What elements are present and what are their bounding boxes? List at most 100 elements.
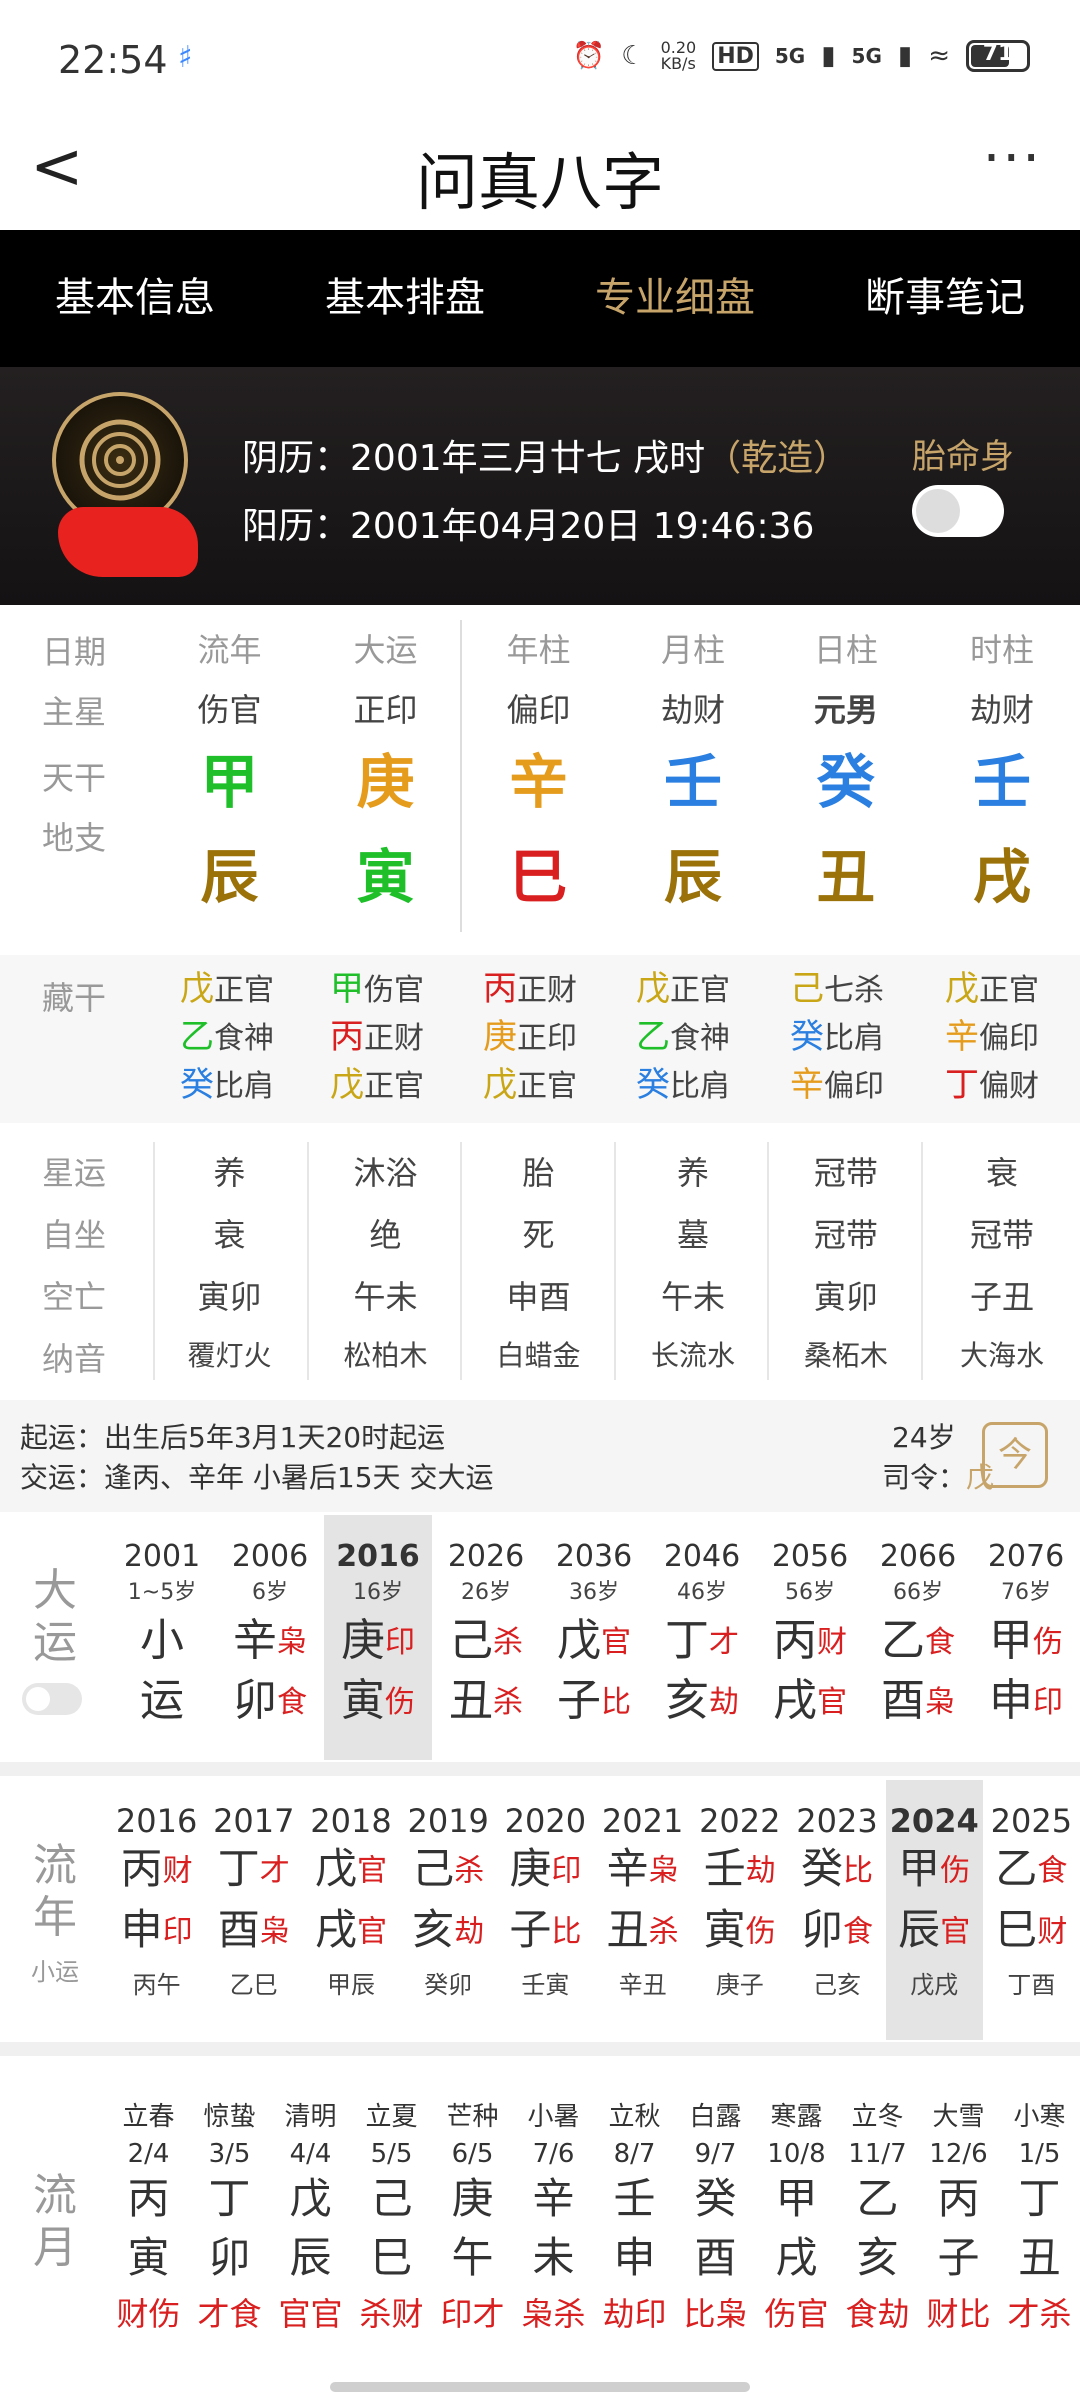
dayun-ganzhi: 寅伤 [324,1672,432,1732]
dayun-item[interactable]: 2006 6岁 辛枭 卯食 [216,1515,324,1760]
liunian-item[interactable]: 2019 己杀 亥劫 癸卯 [400,1780,497,2040]
liuyue-zhi: 巳 [370,2233,413,2282]
liunian-item[interactable]: 2018 戊官 戌官 甲辰 [302,1780,399,2040]
tab-2[interactable]: 专业细盘 [540,230,810,367]
dayun-ganzhi: 卯食 [216,1672,324,1732]
canggan-item: 庚正印 [483,1013,577,1063]
liunian-xiaoyun: 丁酉 [1007,1971,1056,1999]
dayun-item[interactable]: 2076 76岁 甲伤 申印 [972,1515,1080,1760]
calendar-today-button[interactable]: 今 [982,1422,1048,1488]
liunian-item[interactable]: 2020 庚印 子比 壬寅 [497,1780,594,2040]
pillar-gan: 辛 [509,748,568,816]
liunian-item[interactable]: 2025 乙食 巳财 丁酉 [983,1780,1080,2040]
canggan-stem: 戊 [330,1065,364,1105]
prop-cell: 松柏木 [343,1339,428,1372]
liunian-xiaoyun: 庚子 [715,1971,764,1999]
dayun-item[interactable]: 2001 1~5岁小运 [108,1515,216,1760]
canggan-item: 丙正财 [483,965,577,1015]
liuyue-zhi: 寅 [127,2233,170,2282]
canggan-shishen: 伤官 [364,973,424,1008]
liunian-xiaoyun: 癸卯 [424,1971,473,1999]
dayun-age: 16岁 [353,1580,403,1605]
liuyue-item[interactable]: 立冬 11/7 乙亥食劫 [837,2060,918,2360]
liuyue-jieqi: 芒种 [446,2102,499,2132]
dayun-ganzhi: 乙食 [864,1612,972,1672]
liuyue-item[interactable]: 芒种 6/5 庚午印才 [432,2060,513,2360]
dayun-shishen: 印 [1033,1685,1063,1720]
liunian-ganzhi: 申印 [108,1901,205,1962]
liunian-ganzhi: 亥劫 [400,1901,497,1962]
dayun-item[interactable]: 2016 16岁 庚印 寅伤 [324,1515,432,1760]
pillar-star: 伤官 [197,691,262,729]
liuyue-shishen: 劫印 [602,2295,667,2333]
liunian-item[interactable]: 2022 壬劫 寅伤 庚子 [691,1780,788,2040]
liunian-item[interactable]: 2021 辛枭 丑杀 辛丑 [594,1780,691,2040]
dayun-item[interactable]: 2036 36岁 戊官 子比 [540,1515,648,1760]
tab-0[interactable]: 基本信息 [0,230,270,367]
hd-icon: HD [712,41,759,71]
liuyue-item[interactable]: 惊蛰 3/5 丁卯才食 [189,2060,270,2360]
liunian-ganzhi: 甲伤 [886,1840,983,1901]
pillar-row-label: 地支 [42,819,107,857]
liunian-item[interactable]: 2024 甲伤 辰官 戊戌 [885,1780,983,2040]
dayun-item[interactable]: 2026 26岁 己杀 丑杀 [432,1515,540,1760]
liuyue-item[interactable]: 立夏 5/5 己巳杀财 [351,2060,432,2360]
pillar-gan: 甲 [200,748,259,816]
liuyue-item[interactable]: 立秋 8/7 壬申劫印 [594,2060,675,2360]
liuyue-item[interactable]: 大雪 12/6 丙子财比 [918,2060,999,2360]
liunian-shishen: 官 [940,1914,971,1949]
liuyue-zhi: 申 [613,2233,656,2282]
dayun-age: 56岁 [785,1580,835,1605]
liunian-year: 2025 [990,1802,1073,1840]
qiyun-info: 起运：出生后5年3月1天20时起运 交运：逢丙、辛年 小暑后15天 交大运 24… [0,1400,1080,1512]
canggan-item: 癸比肩 [790,1013,884,1063]
canggan-shishen: 正官 [364,1069,424,1104]
liuyue-date: 11/7 [848,2139,907,2169]
current-age: 24岁 [892,1421,956,1454]
liunian-item[interactable]: 2023 癸比 卯食 己亥 [788,1780,885,2040]
home-indicator[interactable] [330,2382,750,2392]
liuyue-item[interactable]: 寒露 10/8 甲戌伤官 [756,2060,837,2360]
taimingshen-toggle[interactable] [912,485,1004,537]
liuyue-item[interactable]: 小暑 7/6 辛未枭杀 [513,2060,594,2360]
solar-date: 阳历：2001年04月20日 19:46:36 [242,506,815,547]
liunian-xiaoyun: 甲辰 [326,1971,375,1999]
liunian-shishen: 劫 [454,1914,485,1949]
liuyue-date: 7/6 [532,2139,575,2169]
canggan-stem: 丙 [330,1017,364,1057]
liuyue-zhi: 酉 [694,2233,737,2282]
dayun-char: 丁 [665,1615,709,1666]
liunian-item[interactable]: 2016 丙财 申印 丙午 [108,1780,205,2040]
dayun-item[interactable]: 2046 46岁 丁才 亥劫 [648,1515,756,1760]
liunian-ganzhi: 辛枭 [594,1840,691,1901]
liuyue-gan: 丙 [937,2174,980,2223]
liuyue-shishen: 伤官 [764,2295,829,2333]
canggan-item: 乙食神 [636,1013,730,1063]
dayun-item[interactable]: 2056 56岁 丙财 戌官 [756,1515,864,1760]
tab-3[interactable]: 断事笔记 [810,230,1080,367]
dayun-toggle[interactable] [22,1683,82,1715]
liuyue-jieqi: 小暑 [527,2102,580,2132]
liunian-char: 卯 [800,1904,843,1954]
canggan-label: 藏干 [42,979,107,1017]
liunian-shishen: 官 [356,1853,387,1889]
tab-1[interactable]: 基本排盘 [270,230,540,367]
pillar-zhi: 戌 [972,843,1031,911]
canggan-stem: 戊 [180,969,214,1009]
liuyue-zhi: 子 [937,2233,980,2282]
liuyue-item[interactable]: 白露 9/7 癸酉比枭 [675,2060,756,2360]
liuyue-item[interactable]: 小寒 1/5 丁丑才杀 [999,2060,1080,2360]
liunian-shishen: 杀 [648,1914,679,1949]
liunian-ganzhi: 卯食 [788,1901,885,1962]
liunian-shishen: 杀 [454,1853,485,1889]
dayun-char: 寅 [341,1675,385,1726]
liunian-item[interactable]: 2017 丁才 酉枭 乙巳 [205,1780,302,2040]
dayun-year: 2046 [663,1539,741,1574]
liuyue-jieqi: 立冬 [851,2102,904,2132]
more-menu-button[interactable]: ··· [983,126,1042,191]
dayun-item[interactable]: 2066 66岁 乙食 酉枭 [864,1515,972,1760]
dayun-year: 2076 [987,1539,1065,1574]
liuyue-item[interactable]: 清明 4/4 戊辰官官 [270,2060,351,2360]
liuyue-item[interactable]: 立春 2/4 丙寅财伤 [108,2060,189,2360]
liunian-char: 丁 [217,1844,260,1893]
